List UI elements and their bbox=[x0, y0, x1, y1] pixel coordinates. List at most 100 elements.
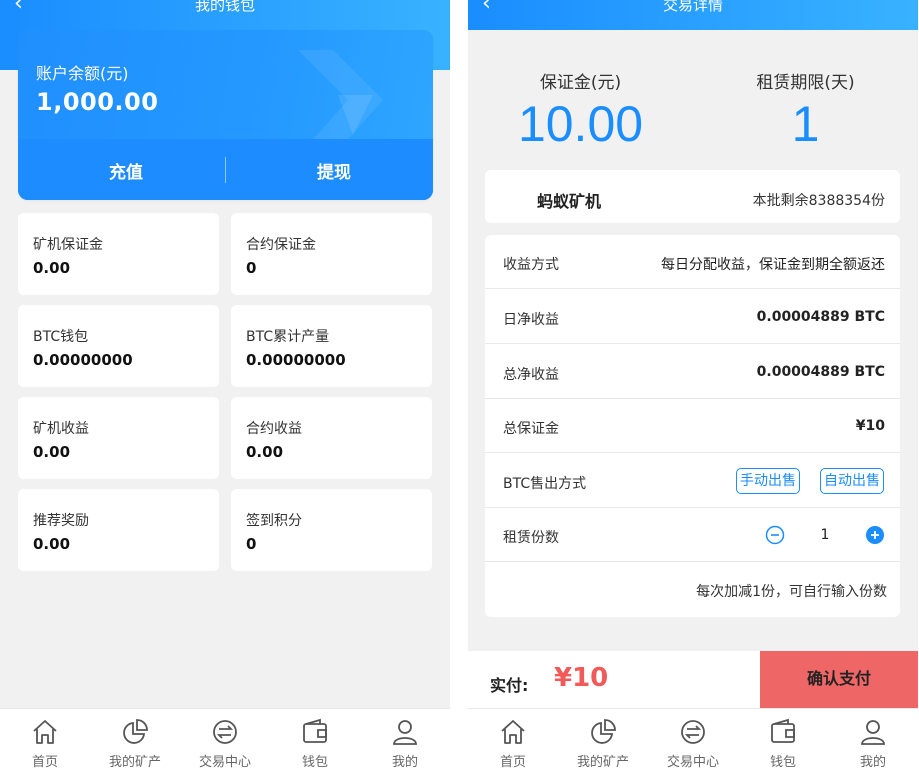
row-daily-net-income: 日净收益 0.00004889 BTC bbox=[485, 290, 900, 344]
stat-label: BTC累计产量 bbox=[246, 329, 330, 345]
deposit-label: 保证金(元) bbox=[539, 73, 622, 93]
balance-value: 1,000.00 bbox=[36, 88, 159, 116]
stat-label: BTC钱包 bbox=[33, 329, 89, 345]
wallet-icon bbox=[771, 718, 795, 743]
stat-label: 推荐奖励 bbox=[33, 513, 89, 529]
row-label: 日净收益 bbox=[503, 312, 559, 328]
nav-label: 首页 bbox=[499, 755, 526, 770]
divider bbox=[225, 157, 226, 183]
nav-item-trade-center[interactable]: 交易中心 bbox=[648, 709, 738, 781]
deposit-summary: 保证金(元) 10.00 租赁期限(天) 1 bbox=[468, 30, 918, 170]
row-value: 每日分配收益，保证金到期全额返还 bbox=[661, 257, 885, 273]
nav-item-my-mines[interactable]: 我的矿产 bbox=[90, 709, 180, 781]
stat-contract-deposit: 合约保证金 0 bbox=[231, 213, 432, 295]
stat-label: 合约保证金 bbox=[246, 237, 316, 253]
row-sell-method: BTC售出方式 手动出售 自动出售 bbox=[485, 454, 900, 508]
stat-value: 0.00 bbox=[33, 535, 71, 553]
exchange-icon bbox=[213, 720, 237, 744]
balance-card: 账户余额(元) 1,000.00 充值 提现 bbox=[18, 30, 433, 200]
header-bar: ‹ 交易详情 bbox=[468, 0, 918, 30]
nav-item-me[interactable]: 我的 bbox=[828, 709, 918, 781]
nav-label: 我的 bbox=[859, 755, 886, 770]
stat-label: 矿机收益 bbox=[33, 421, 89, 437]
bottom-nav: 首页 我的矿产 交易中心 钱包 我的 bbox=[0, 708, 450, 781]
pie-chart-icon bbox=[591, 719, 616, 744]
user-icon bbox=[393, 720, 417, 745]
term-value: 1 bbox=[791, 96, 820, 152]
bottom-nav: 首页 我的矿产 交易中心 钱包 我的 bbox=[468, 708, 918, 781]
term-label: 租赁期限(天) bbox=[756, 73, 855, 93]
decorative-arrow-icon bbox=[263, 50, 383, 145]
nav-item-home[interactable]: 首页 bbox=[0, 709, 90, 781]
row-label: 总净收益 bbox=[503, 367, 559, 383]
row-label: BTC售出方式 bbox=[503, 476, 587, 492]
row-label: 总保证金 bbox=[503, 421, 559, 437]
payment-bar: 实付: ¥10 确认支付 bbox=[468, 651, 918, 708]
withdraw-button[interactable]: 提现 bbox=[234, 158, 433, 183]
row-label: 收益方式 bbox=[503, 257, 559, 273]
stat-value: 0.00 bbox=[33, 443, 71, 461]
auto-sell-button[interactable]: 自动出售 bbox=[820, 468, 884, 494]
stat-referral-reward: 推荐奖励 0.00 bbox=[18, 489, 219, 571]
balance-label: 账户余额(元) bbox=[36, 64, 129, 83]
nav-label: 我的矿产 bbox=[576, 755, 629, 770]
stat-btc-wallet: BTC钱包 0.00000000 bbox=[18, 305, 219, 387]
page-title: 交易详情 bbox=[662, 0, 723, 14]
nav-item-trade-center[interactable]: 交易中心 bbox=[180, 709, 270, 781]
stat-value: 0 bbox=[246, 535, 257, 553]
confirm-pay-button[interactable]: 确认支付 bbox=[760, 651, 918, 708]
stat-label: 合约收益 bbox=[246, 421, 302, 437]
stat-value: 0.00 bbox=[246, 443, 284, 461]
row-total-net-income: 总净收益 0.00004889 BTC bbox=[485, 345, 900, 399]
row-value: ¥10 bbox=[855, 418, 885, 434]
stat-value: 0.00000000 bbox=[33, 351, 133, 369]
row-value: 0.00004889 BTC bbox=[756, 364, 885, 380]
stat-miner-income: 矿机收益 0.00 bbox=[18, 397, 219, 479]
pie-chart-icon bbox=[123, 719, 148, 744]
nav-item-my-mines[interactable]: 我的矿产 bbox=[558, 709, 648, 781]
quantity-input[interactable] bbox=[805, 525, 845, 545]
home-icon bbox=[501, 720, 525, 744]
nav-label: 我的 bbox=[391, 755, 418, 770]
row-quantity: 租赁份数 bbox=[485, 508, 900, 562]
manual-sell-button[interactable]: 手动出售 bbox=[736, 468, 800, 494]
user-icon bbox=[861, 720, 885, 745]
minus-circle-icon[interactable] bbox=[765, 525, 785, 545]
product-name: 蚂蚁矿机 bbox=[537, 192, 602, 211]
nav-label: 钱包 bbox=[769, 755, 796, 770]
nav-label: 钱包 bbox=[301, 755, 328, 770]
home-icon bbox=[33, 720, 57, 744]
nav-label: 交易中心 bbox=[198, 755, 251, 770]
stat-label: 矿机保证金 bbox=[33, 237, 103, 253]
deposit-value: 10.00 bbox=[517, 96, 644, 152]
nav-item-me[interactable]: 我的 bbox=[360, 709, 450, 781]
page-title: 我的钱包 bbox=[194, 0, 255, 14]
row-income-method: 收益方式 每日分配收益，保证金到期全额返还 bbox=[485, 235, 900, 289]
stat-label: 签到积分 bbox=[246, 513, 302, 529]
nav-label: 首页 bbox=[31, 755, 58, 770]
row-value: 0.00004889 BTC bbox=[756, 309, 885, 325]
stat-checkin-points: 签到积分 0 bbox=[231, 489, 432, 571]
plus-circle-icon[interactable] bbox=[865, 525, 885, 545]
stat-contract-income: 合约收益 0.00 bbox=[231, 397, 432, 479]
nav-item-home[interactable]: 首页 bbox=[468, 709, 558, 781]
nav-item-wallet[interactable]: 钱包 bbox=[270, 709, 360, 781]
wallet-icon bbox=[303, 718, 327, 743]
stat-btc-total-output: BTC累计产量 0.00000000 bbox=[231, 305, 432, 387]
nav-item-wallet[interactable]: 钱包 bbox=[738, 709, 828, 781]
row-total-deposit: 总保证金 ¥10 bbox=[485, 399, 900, 453]
stat-value: 0.00 bbox=[33, 259, 71, 277]
detail-list: 收益方式 每日分配收益，保证金到期全额返还 日净收益 0.00004889 BT… bbox=[485, 235, 900, 617]
trade-detail-screen: ‹ 交易详情 保证金(元) 10.00 租赁期限(天) 1 蚂蚁矿机 本批剩余8… bbox=[468, 0, 918, 781]
row-label: 租赁份数 bbox=[503, 530, 559, 546]
product-card: 蚂蚁矿机 本批剩余8388354份 bbox=[485, 170, 900, 223]
remaining-stock: 本批剩余8388354份 bbox=[752, 193, 885, 209]
stat-value: 0.00000000 bbox=[246, 351, 346, 369]
stat-value: 0 bbox=[246, 259, 257, 277]
nav-label: 交易中心 bbox=[666, 755, 719, 770]
recharge-button[interactable]: 充值 bbox=[26, 158, 226, 183]
quantity-hint: 每次加减1份，可自行输入份数 bbox=[696, 584, 887, 600]
nav-label: 我的矿产 bbox=[108, 755, 161, 770]
pay-amount: ¥10 bbox=[554, 663, 609, 693]
wallet-screen: ‹ 我的钱包 账户余额(元) 1,000.00 充值 提现 矿机保证金 0.00… bbox=[0, 0, 450, 781]
